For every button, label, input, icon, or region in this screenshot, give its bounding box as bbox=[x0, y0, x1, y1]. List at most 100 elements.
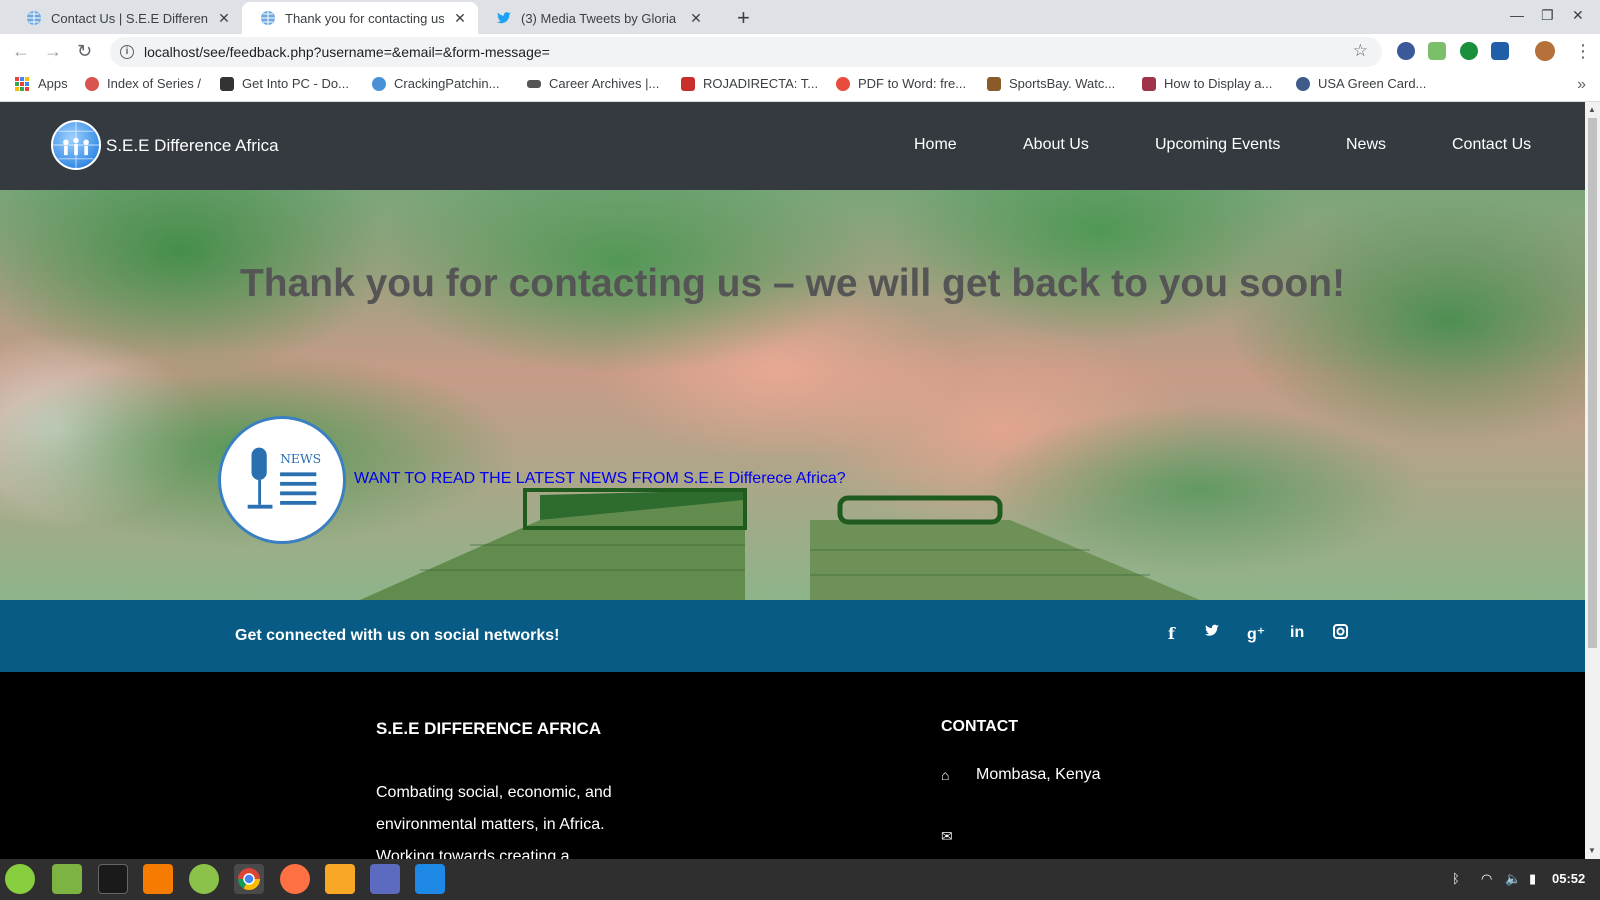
page-scrollbar[interactable]: ▲ ▼ bbox=[1585, 102, 1600, 859]
globe-icon bbox=[261, 11, 275, 25]
bookmark-label: Index of Series / bbox=[107, 76, 201, 91]
bookmark-item[interactable]: Career Archives |... bbox=[527, 76, 659, 91]
google-plus-icon[interactable]: g⁺ bbox=[1247, 624, 1265, 644]
bookmark-favicon bbox=[987, 76, 1001, 91]
sublime-text-icon[interactable] bbox=[325, 864, 355, 894]
contact-location: ⌂ Mombasa, Kenya bbox=[941, 766, 1101, 784]
bookmark-item[interactable]: Index of Series / bbox=[85, 76, 201, 91]
bookmark-label: USA Green Card... bbox=[1318, 76, 1427, 91]
bookmark-label: How to Display a... bbox=[1164, 76, 1273, 91]
battery-icon[interactable]: ▮ bbox=[1529, 871, 1536, 887]
close-icon[interactable]: ✕ bbox=[452, 10, 468, 27]
bookmark-favicon bbox=[681, 76, 695, 91]
scroll-up-icon[interactable]: ▲ bbox=[1588, 105, 1596, 114]
browser-tab-bar: Contact Us | S.E.E Difference Africa ✕ T… bbox=[0, 0, 1600, 34]
logo[interactable] bbox=[51, 120, 101, 170]
forward-icon[interactable]: → bbox=[44, 41, 62, 62]
bookmark-label: SportsBay. Watc... bbox=[1009, 76, 1116, 91]
avatar[interactable] bbox=[1535, 41, 1555, 61]
linkedin-icon[interactable]: in bbox=[1290, 624, 1304, 642]
back-icon[interactable]: ← bbox=[12, 41, 30, 62]
chevron-right-icon[interactable]: » bbox=[1577, 76, 1586, 94]
scrollbar-thumb[interactable] bbox=[1588, 118, 1597, 648]
close-icon[interactable]: ✕ bbox=[216, 10, 232, 27]
bookmark-favicon bbox=[85, 76, 99, 91]
bookmark-star-icon[interactable]: ☆ bbox=[1353, 41, 1368, 61]
contact-email: ✉ bbox=[941, 828, 976, 845]
extension-icon[interactable] bbox=[1397, 42, 1415, 60]
files-icon[interactable] bbox=[52, 864, 82, 894]
bookmark-item[interactable]: ROJADIRECTA: T... bbox=[681, 76, 818, 91]
bookmark-favicon bbox=[836, 76, 850, 91]
tab-contact-us[interactable]: Contact Us | S.E.E Difference Africa ✕ bbox=[8, 2, 242, 34]
footer-contact-heading: CONTACT bbox=[941, 718, 1019, 735]
bookmark-item[interactable]: SportsBay. Watc... bbox=[987, 76, 1115, 91]
nav-about-us[interactable]: About Us bbox=[1023, 136, 1089, 154]
location-text: Mombasa, Kenya bbox=[976, 766, 1101, 783]
screenshot-icon[interactable] bbox=[370, 864, 400, 894]
bookmark-apps[interactable]: Apps bbox=[15, 76, 68, 91]
bookmark-favicon bbox=[1296, 76, 1310, 91]
bookmark-item[interactable]: USA Green Card... bbox=[1296, 76, 1426, 91]
terminal-icon[interactable] bbox=[98, 864, 128, 894]
tab-thank-you[interactable]: Thank you for contacting us | S.E.E Diff… bbox=[242, 2, 478, 34]
tab-title: Thank you for contacting us | S.E.E Diff… bbox=[285, 10, 444, 26]
bookmark-label: Apps bbox=[38, 76, 68, 91]
address-bar[interactable]: i localhost/see/feedback.php?username=&e… bbox=[110, 37, 1382, 67]
minimize-icon[interactable]: — bbox=[1510, 7, 1524, 23]
clock[interactable]: 05:52 bbox=[1552, 871, 1585, 886]
scroll-down-icon[interactable]: ▼ bbox=[1588, 846, 1596, 855]
bookmark-label: ROJADIRECTA: T... bbox=[703, 76, 819, 91]
social-heading: Get connected with us on social networks… bbox=[235, 627, 560, 644]
tab-title: Contact Us | S.E.E Difference Africa bbox=[51, 10, 208, 26]
latest-news-link[interactable]: WANT TO READ THE LATEST NEWS FROM S.E.E … bbox=[354, 470, 846, 488]
bookmark-item[interactable]: How to Display a... bbox=[1142, 76, 1272, 91]
app-grid-icon[interactable] bbox=[189, 864, 219, 894]
close-window-icon[interactable]: ✕ bbox=[1572, 7, 1584, 24]
nav-home[interactable]: Home bbox=[914, 136, 957, 154]
media-player-icon[interactable] bbox=[143, 864, 173, 894]
envelope-icon: ✉ bbox=[941, 828, 953, 844]
bookmark-label: PDF to Word: fre... bbox=[858, 76, 967, 91]
bookmark-favicon bbox=[220, 76, 234, 91]
bookmark-label: Career Archives |... bbox=[549, 76, 660, 91]
nav-news[interactable]: News bbox=[1346, 136, 1386, 154]
twitter-icon[interactable] bbox=[1204, 624, 1220, 643]
chrome-icon[interactable] bbox=[234, 864, 264, 894]
restore-icon[interactable]: ❐ bbox=[1541, 7, 1554, 24]
bookmark-item[interactable]: CrackingPatchin... bbox=[372, 76, 500, 91]
extension-mail-icon[interactable] bbox=[1428, 42, 1446, 60]
news-microphone-icon: NEWS bbox=[247, 447, 321, 509]
firefox-icon[interactable] bbox=[280, 864, 310, 894]
bluetooth-icon[interactable]: ᛒ bbox=[1452, 871, 1460, 886]
facebook-icon[interactable]: f bbox=[1168, 624, 1175, 643]
extension-icon[interactable] bbox=[1460, 42, 1478, 60]
news-badge[interactable]: NEWS bbox=[218, 416, 346, 544]
url-text: localhost/see/feedback.php?username=&ema… bbox=[144, 44, 550, 60]
text-editor-icon[interactable] bbox=[415, 864, 445, 894]
bookmark-favicon bbox=[1142, 76, 1156, 91]
mint-menu-icon[interactable] bbox=[5, 864, 35, 894]
apps-icon bbox=[15, 76, 29, 91]
volume-icon[interactable]: 🔈 bbox=[1505, 871, 1521, 887]
globe-icon bbox=[27, 11, 41, 25]
nav-contact-us[interactable]: Contact Us bbox=[1452, 136, 1531, 154]
extension-icon[interactable] bbox=[1491, 42, 1509, 60]
wifi-icon[interactable]: ◠ bbox=[1481, 871, 1492, 887]
reload-icon[interactable]: ↻ bbox=[77, 41, 92, 62]
new-tab-button[interactable]: + bbox=[737, 5, 750, 31]
tab-media-tweets[interactable]: (3) Media Tweets by Gloria Oso ✕ bbox=[478, 2, 714, 34]
page-title: Thank you for contacting us – we will ge… bbox=[239, 262, 1346, 305]
instagram-icon[interactable] bbox=[1333, 624, 1348, 644]
browser-toolbar: ← → ↻ i localhost/see/feedback.php?usern… bbox=[0, 34, 1600, 70]
menu-icon[interactable]: ⋮ bbox=[1574, 41, 1592, 62]
bookmark-label: Get Into PC - Do... bbox=[242, 76, 349, 91]
footer-about-heading: S.E.E DIFFERENCE AFRICA bbox=[376, 719, 602, 738]
brand-name[interactable]: S.E.E Difference Africa bbox=[106, 136, 279, 156]
nav-upcoming-events[interactable]: Upcoming Events bbox=[1155, 136, 1280, 154]
info-icon[interactable]: i bbox=[120, 45, 134, 59]
towers-background-image bbox=[360, 488, 1200, 600]
bookmark-item[interactable]: Get Into PC - Do... bbox=[220, 76, 349, 91]
close-icon[interactable]: ✕ bbox=[688, 10, 704, 27]
bookmark-item[interactable]: PDF to Word: fre... bbox=[836, 76, 966, 91]
